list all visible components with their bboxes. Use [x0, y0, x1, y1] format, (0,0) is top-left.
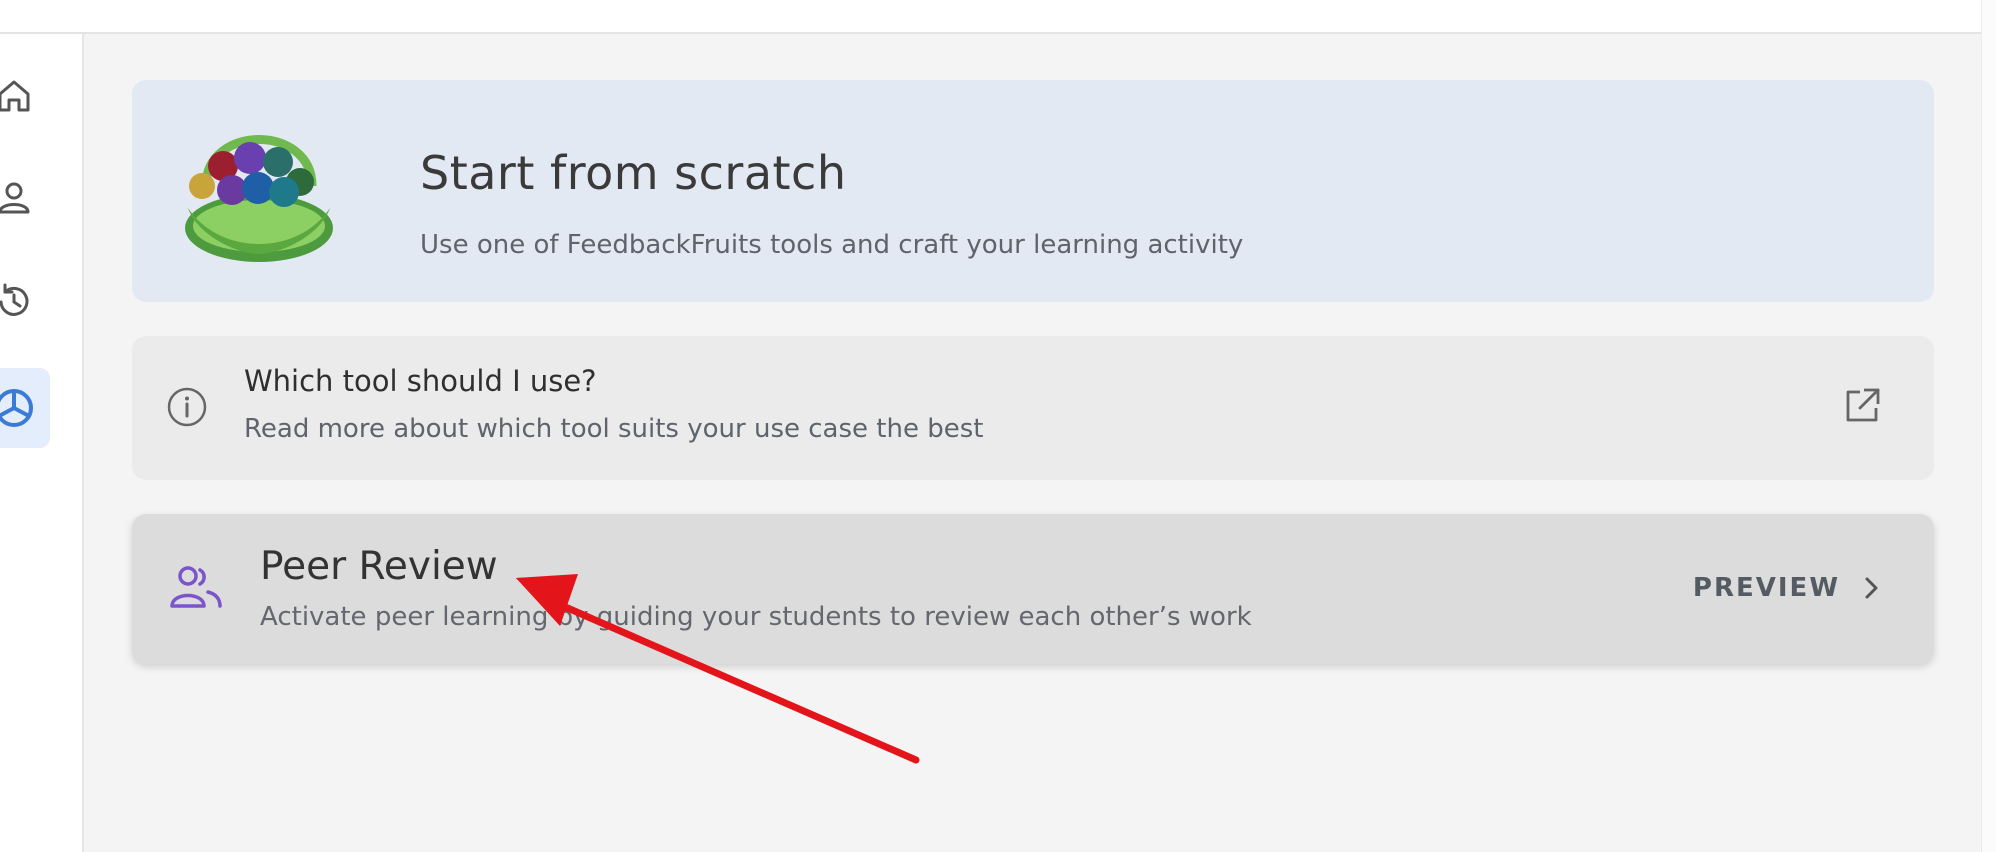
sidebar-item-profile[interactable]	[0, 158, 50, 238]
peer-review-subtitle: Activate peer learning by guiding your s…	[260, 602, 1252, 632]
scratch-title: Start from scratch	[420, 146, 847, 200]
sidebar-item-home[interactable]	[0, 56, 50, 136]
chevron-right-icon	[1865, 577, 1878, 599]
which-tool-title: Which tool should I use?	[244, 364, 597, 398]
which-tool-card[interactable]: Which tool should I use? Read more about…	[132, 336, 1934, 480]
sidebar-item-history[interactable]	[0, 262, 50, 342]
start-from-scratch-card[interactable]: Start from scratch Use one of FeedbackFr…	[132, 80, 1934, 302]
main-content: Start from scratch Use one of FeedbackFr…	[84, 34, 1982, 852]
peer-review-card[interactable]: Peer Review Activate peer learning by gu…	[132, 514, 1934, 664]
peer-review-title: Peer Review	[260, 544, 498, 589]
external-link-icon[interactable]	[1842, 386, 1882, 426]
preview-button[interactable]: PREVIEW	[1693, 566, 1882, 610]
sidebar	[0, 34, 84, 852]
info-icon	[167, 387, 207, 427]
which-tool-subtitle: Read more about which tool suits your us…	[244, 414, 984, 444]
preview-label: PREVIEW	[1692, 573, 1840, 603]
peer-users-icon	[170, 566, 222, 608]
vertical-scrollbar[interactable]	[1981, 0, 1996, 852]
top-bar	[0, 0, 1996, 34]
user-icon	[0, 182, 30, 214]
history-icon	[0, 283, 29, 316]
home-icon	[0, 80, 30, 112]
fruit-slice-icon	[0, 389, 33, 427]
sidebar-item-tools[interactable]	[0, 368, 50, 448]
basket-illustration-icon	[185, 135, 333, 262]
scratch-subtitle: Use one of FeedbackFruits tools and craf…	[420, 230, 1244, 260]
